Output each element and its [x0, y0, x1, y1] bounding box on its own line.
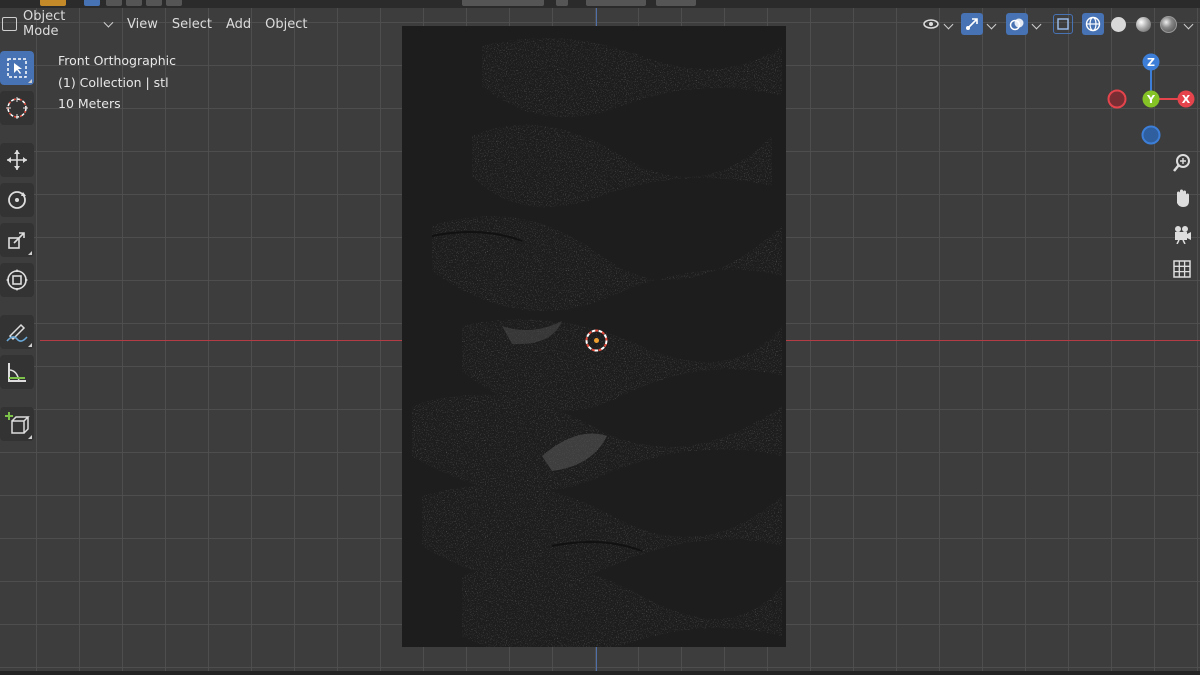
transform-tool[interactable]	[0, 263, 34, 297]
select-box-tool[interactable]	[0, 51, 34, 85]
rotate-icon	[8, 191, 26, 209]
camera-view-button[interactable]	[1169, 221, 1195, 247]
xray-toggle-icon[interactable]	[1053, 14, 1073, 34]
mode-label: Object Mode	[23, 9, 66, 39]
menu-select[interactable]: Select	[165, 17, 219, 32]
viewport-shading-controls	[920, 12, 1200, 36]
material-shading-icon[interactable]	[1132, 13, 1154, 35]
bottom-edge	[0, 671, 1200, 675]
hand-pan-icon	[1177, 189, 1189, 207]
measure-icon	[8, 363, 26, 382]
move-tool[interactable]	[0, 143, 34, 177]
cursor-tool[interactable]	[0, 91, 34, 125]
measure-tool[interactable]	[0, 355, 34, 389]
gizmo-z-label: Z	[1147, 56, 1155, 69]
cursor-icon	[6, 97, 28, 119]
gizmo-y-label: Y	[1146, 93, 1156, 106]
scale-label: 10 Meters	[58, 96, 121, 111]
ortho-toggle-button[interactable]	[1169, 256, 1195, 282]
menu-object[interactable]: Object	[258, 17, 314, 32]
mode-select[interactable]: Object Mode	[0, 9, 114, 39]
add-cube-tool[interactable]	[0, 407, 34, 441]
collection-label: (1) Collection | stl	[58, 74, 169, 90]
wireframe-shading-icon[interactable]	[1082, 13, 1104, 35]
object-mode-icon	[2, 17, 18, 31]
view-name: Front Orthographic	[58, 53, 176, 68]
chevron-down-icon[interactable]	[943, 19, 954, 29]
zoom-icon	[1173, 154, 1190, 172]
solid-shading-icon[interactable]	[1107, 13, 1129, 35]
3d-cursor-icon[interactable]	[584, 328, 609, 353]
viewport-header: Object Mode View Select Add Object	[0, 9, 1200, 39]
3d-viewport[interactable]: Object Mode View Select Add Object Front…	[0, 0, 1200, 675]
rendered-shading-icon[interactable]	[1157, 13, 1179, 35]
pan-button[interactable]	[1169, 185, 1195, 211]
scale-icon	[8, 232, 25, 249]
chevron-down-icon[interactable]	[1183, 19, 1194, 29]
chevron-down-icon[interactable]	[1031, 19, 1042, 29]
overlays-toggle-icon[interactable]	[1006, 13, 1028, 35]
rotate-tool[interactable]	[0, 183, 34, 217]
select-box-icon	[7, 58, 27, 78]
gizmo-x-label: X	[1182, 93, 1191, 106]
annotate-tool[interactable]	[0, 315, 34, 349]
gizmo-neg-x[interactable]	[1107, 89, 1127, 109]
scale-tool[interactable]	[0, 223, 34, 257]
gizmo-neg-z[interactable]	[1141, 125, 1161, 145]
zoom-button[interactable]	[1169, 150, 1195, 176]
viewport-info-overlay: Front Orthographic (1) Collection | stl …	[58, 50, 176, 115]
tool-shelf	[0, 48, 40, 447]
chevron-down-icon[interactable]	[986, 19, 997, 29]
visibility-eye-icon[interactable]	[920, 13, 942, 35]
menu-add[interactable]: Add	[219, 17, 258, 32]
top-partial-toolbar	[0, 0, 1200, 8]
chevron-down-icon	[103, 17, 114, 27]
annotate-icon	[6, 323, 28, 342]
gizmo-toggle-icon[interactable]	[961, 13, 983, 35]
grid-icon	[1173, 260, 1191, 278]
menu-view[interactable]: View	[120, 17, 165, 32]
camera-icon	[1175, 226, 1191, 244]
header-menu: View Select Add Object	[120, 12, 314, 36]
transform-icon	[6, 269, 28, 291]
move-icon	[7, 150, 27, 170]
navigation-gizmo[interactable]: Z X Y	[1105, 50, 1200, 150]
add-cube-icon	[5, 412, 30, 434]
